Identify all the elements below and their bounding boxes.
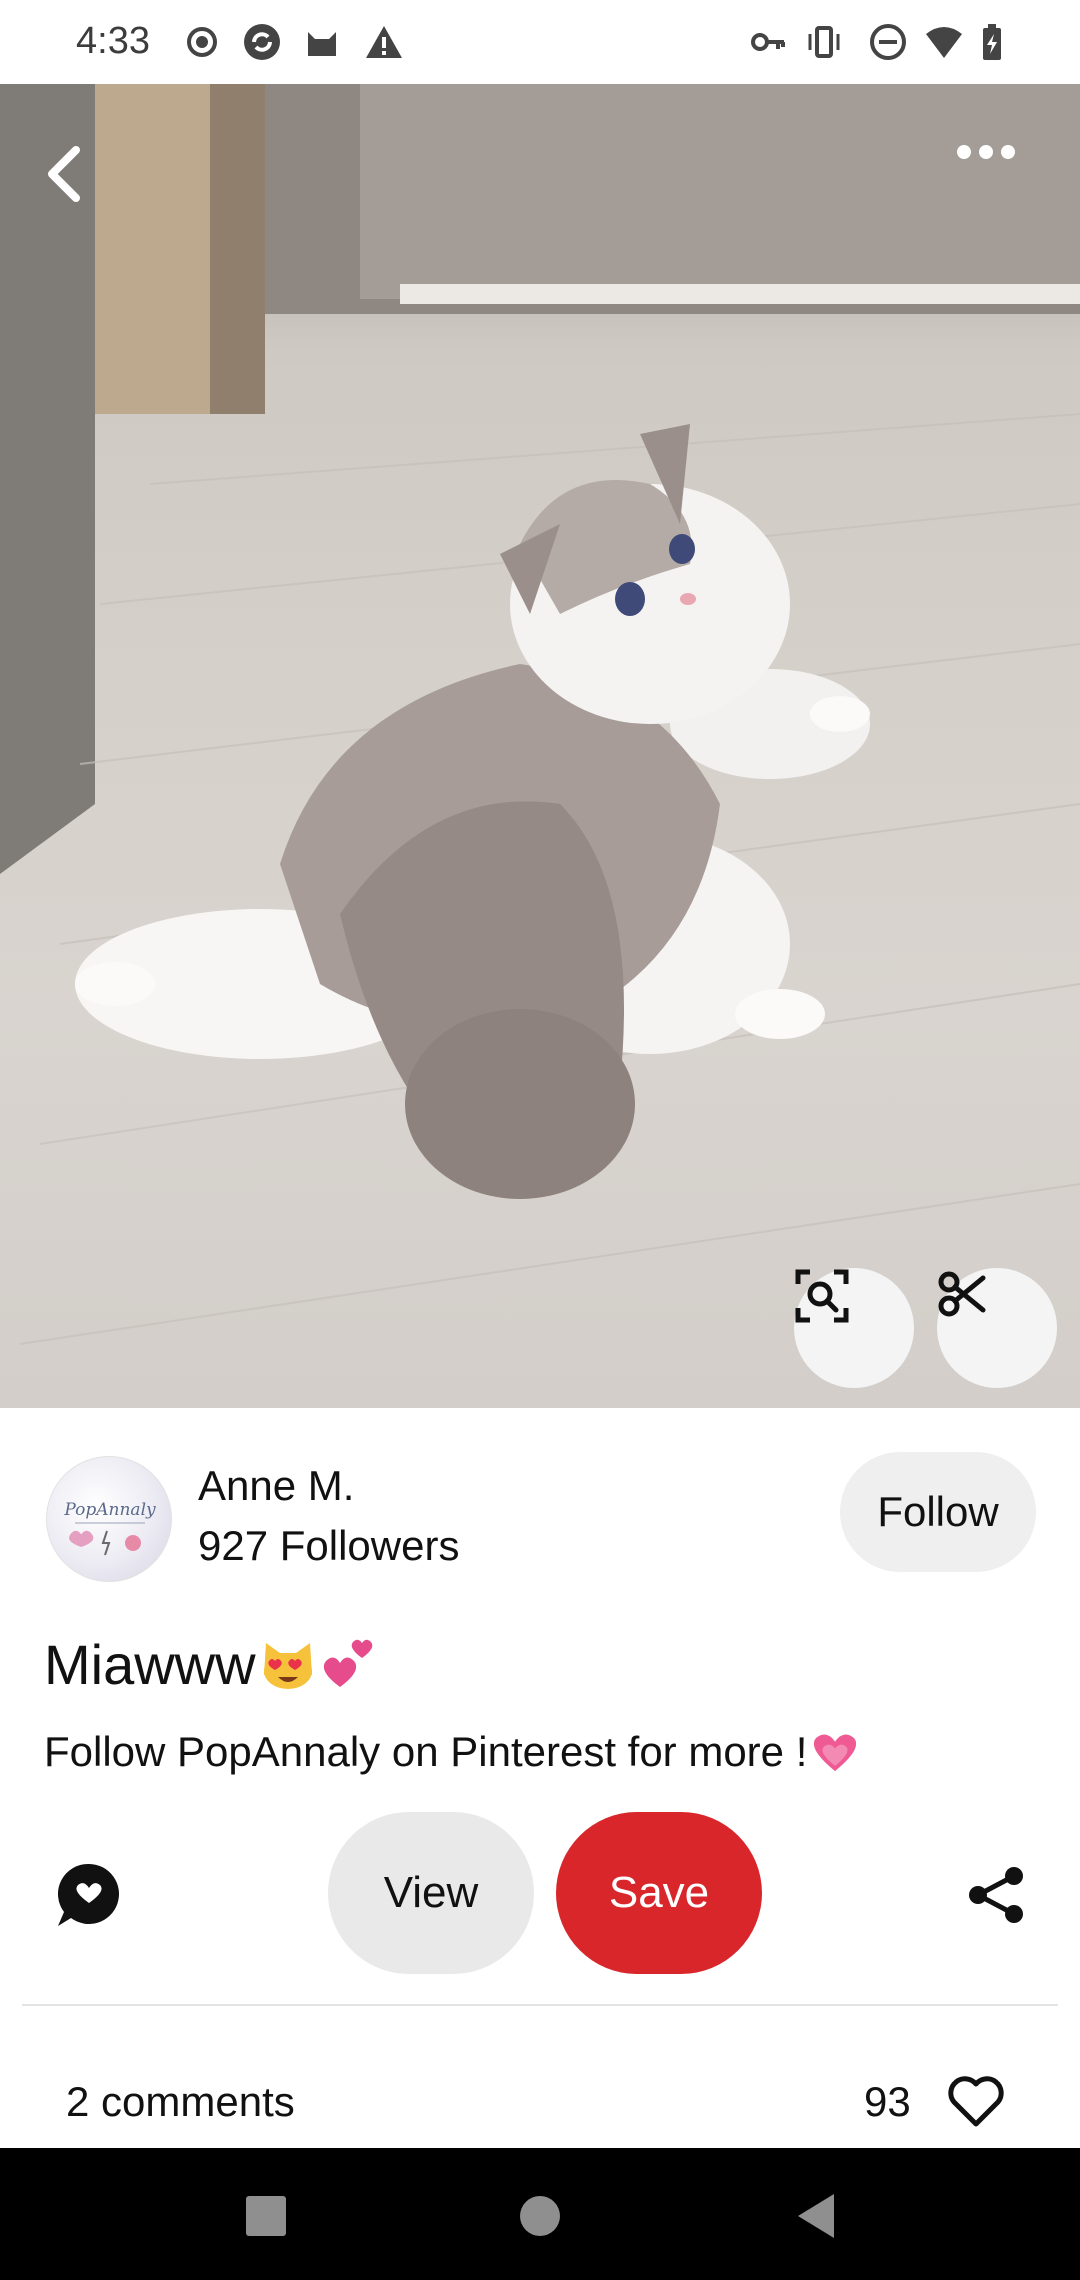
creator-avatar[interactable]: PopAnnaly (46, 1456, 172, 1582)
system-nav-bar (0, 2148, 1080, 2280)
back-icon (48, 146, 80, 202)
avatar-logo: PopAnnaly (63, 1500, 156, 1556)
warning-icon (366, 26, 402, 58)
dnd-icon (870, 24, 906, 60)
more-options-button[interactable] (956, 144, 1040, 216)
view-button[interactable]: View (328, 1812, 534, 1974)
cat-icon (308, 32, 336, 56)
pin-description: Follow PopAnnaly on Pinterest for more ! (44, 1726, 861, 1778)
two-hearts-emoji (323, 1639, 372, 1687)
divider (22, 2004, 1058, 2006)
likes-count: 93 (864, 2078, 911, 2125)
cutout-button[interactable] (937, 1268, 1057, 1388)
status-bar: 4:33 (0, 0, 1080, 84)
visual-search-icon (795, 1269, 849, 1323)
back-nav-icon[interactable] (790, 2188, 846, 2244)
pin-description-text: Follow PopAnnaly on Pinterest for more ! (44, 1728, 808, 1775)
key-icon (751, 33, 785, 51)
battery-icon (983, 24, 1001, 60)
home-icon[interactable] (512, 2188, 568, 2244)
comment-icon[interactable] (54, 1860, 124, 1930)
pin-title-text: Miawww (44, 1633, 256, 1696)
creator-name[interactable]: Anne M. (198, 1462, 354, 1510)
cat-photo (0, 84, 1080, 1345)
follow-button[interactable]: Follow (840, 1452, 1036, 1572)
share-icon[interactable] (966, 1864, 1028, 1926)
creator-followers: 927 Followers (198, 1522, 460, 1569)
pin-title: Miawww (44, 1632, 380, 1697)
status-time: 4:33 (76, 20, 150, 62)
scissors-icon (938, 1271, 986, 1317)
record-icon (187, 27, 217, 57)
vibrate-icon (808, 26, 840, 58)
comments-count[interactable]: 2 comments (66, 2078, 295, 2126)
heart-eyes-cat-emoji (263, 1642, 312, 1689)
more-icon (957, 145, 1015, 159)
save-button[interactable]: Save (556, 1812, 762, 1974)
pin-image[interactable] (0, 84, 1080, 1408)
back-button[interactable] (44, 144, 116, 216)
growing-heart-emoji (814, 1734, 857, 1772)
wifi-icon (926, 27, 962, 58)
recents-icon[interactable] (238, 2188, 294, 2244)
svg-text:PopAnnaly: PopAnnaly (63, 1500, 156, 1520)
visual-search-button[interactable] (794, 1268, 914, 1388)
sync-icon (244, 24, 280, 60)
heart-icon[interactable] (946, 2074, 1006, 2128)
